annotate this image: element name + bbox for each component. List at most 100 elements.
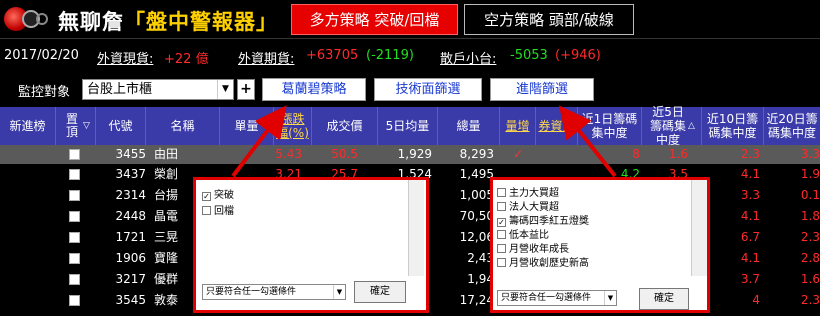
col-chip-5d[interactable]: 近5日籌碼集中度 △ xyxy=(642,105,702,147)
pin-checkbox[interactable] xyxy=(69,190,80,201)
confirm-button[interactable]: 確定 xyxy=(354,281,406,303)
chip-20d: 0.1 xyxy=(800,188,820,202)
match-mode-select[interactable]: 只要符合任一勾選條件 ▼ xyxy=(202,284,346,300)
pin-checkbox[interactable] xyxy=(69,295,80,306)
total-volume: 12,06 xyxy=(459,230,494,244)
pin-checkbox[interactable] xyxy=(69,169,80,180)
sort-up-icon: △ xyxy=(688,121,695,131)
checkbox-icon[interactable] xyxy=(497,244,506,253)
scrollbar[interactable] xyxy=(408,180,424,276)
stock-code: 1721 xyxy=(115,230,146,244)
technical-filter-button[interactable]: 技術面篩選 xyxy=(374,78,482,101)
monitor-target-select[interactable]: 台股上市櫃 ▼ xyxy=(82,79,234,100)
date-text: 2017/02/20 xyxy=(4,48,79,63)
price: 50.5 xyxy=(331,147,358,161)
stock-code: 3545 xyxy=(115,293,146,307)
col-price[interactable]: 成交價 xyxy=(312,107,378,145)
checkbox-icon[interactable] xyxy=(497,188,506,197)
chip-10d: 2.3 xyxy=(740,147,760,161)
col-chip-20d[interactable]: 近20日籌碼集中度 xyxy=(764,107,820,145)
filter-option-pullback[interactable]: 回檔 xyxy=(202,202,234,217)
advanced-filter-button[interactable]: 進階篩選 xyxy=(490,78,594,101)
pin-checkbox[interactable] xyxy=(69,232,80,243)
tab-long-strategy[interactable]: 多方策略 突破/回檔 xyxy=(291,4,458,35)
logo-icon xyxy=(4,4,52,34)
foreign-futures-change: (-2119) xyxy=(366,48,414,63)
filter-option-revenue-yoy[interactable]: 月營收年成長 xyxy=(497,240,569,255)
table-header: 新進榜 置頂 ▽ 代號 名稱 單量 漲跌 幅(%) 成交價 5日均量 總量 量增 … xyxy=(0,105,820,147)
chip-10d: 4.1 xyxy=(740,167,760,181)
granville-strategy-button[interactable]: 葛蘭碧策略 xyxy=(262,78,366,101)
col-volume-up[interactable]: 量增 xyxy=(500,107,536,145)
checkbox-icon[interactable] xyxy=(202,206,211,215)
market-info-bar: 2017/02/20 外資現貨: +22 億 外資期貨: +63705 (-21… xyxy=(0,38,820,72)
chip-1d: 8 xyxy=(632,147,640,161)
stock-code: 1906 xyxy=(115,251,146,265)
col-chip-1d[interactable]: 近1日籌碼集中度 xyxy=(578,107,642,145)
col-unit-volume[interactable]: 單量 xyxy=(220,107,274,145)
tab-short-strategy[interactable]: 空方策略 頭部/破線 xyxy=(464,4,634,35)
retail-mini-value: -5053 xyxy=(510,48,548,63)
volume-up-check-icon: ✓ xyxy=(512,147,524,161)
col-new-entry[interactable]: 新進榜 xyxy=(0,107,56,145)
col-pin[interactable]: 置頂 ▽ xyxy=(56,107,96,145)
chip-20d: 1.8 xyxy=(800,209,820,223)
stock-code: 3437 xyxy=(115,167,146,181)
match-mode-select[interactable]: 只要符合任一勾選條件 ▼ xyxy=(497,290,617,306)
chip-20d: 1.6 xyxy=(800,272,820,286)
chip-20d: 2.8 xyxy=(800,251,820,265)
col-chip-10d[interactable]: 近10日籌碼集中度 xyxy=(702,107,764,145)
foreign-spot-label[interactable]: 外資現貨: xyxy=(97,48,153,67)
table-row[interactable]: 3455 由田 5.43 50.5 1,929 8,293 ✓ 8 1.6 2.… xyxy=(0,145,820,164)
col-chip-5d-label: 近5日籌碼集中度 xyxy=(650,105,687,147)
advanced-filter-popup: 主力大買超 法人大買超 ✓ 籌碼四季紅五燈獎 低本益比 月營收年成長 月營收創歷史… xyxy=(490,177,710,313)
scrollbar[interactable] xyxy=(691,180,707,276)
col-code[interactable]: 代號 xyxy=(96,107,146,145)
filter-option-breakout[interactable]: ✓ 突破 xyxy=(202,186,234,201)
chip-5d: 1.6 xyxy=(668,147,688,161)
app-window: 無聊詹「盤中警報器」 多方策略 突破/回檔 空方策略 頭部/破線 2017/02… xyxy=(0,0,820,316)
col-name[interactable]: 名稱 xyxy=(146,107,220,145)
filter-option-chip-award[interactable]: ✓ 籌碼四季紅五燈獎 xyxy=(497,212,589,227)
match-mode-value: 只要符合任一勾選條件 xyxy=(501,293,592,303)
chip-10d: 4.1 xyxy=(740,209,760,223)
filter-option-main-force[interactable]: 主力大買超 xyxy=(497,184,559,199)
total-volume: 1,495 xyxy=(459,167,494,181)
chevron-down-icon[interactable]: ▼ xyxy=(333,285,345,299)
col-change-pct[interactable]: 漲跌 幅(%) xyxy=(274,107,312,145)
col-margin-ratio[interactable]: 券資比 xyxy=(536,107,578,145)
add-target-button[interactable]: + xyxy=(237,79,255,100)
stock-code: 3455 xyxy=(115,147,146,161)
filter-option-institutional[interactable]: 法人大買超 xyxy=(497,198,559,213)
col-avg5-volume[interactable]: 5日均量 xyxy=(378,107,438,145)
checkbox-icon[interactable] xyxy=(497,202,506,211)
filter-option-low-pe[interactable]: 低本益比 xyxy=(497,226,549,241)
pin-checkbox[interactable] xyxy=(69,149,80,160)
pin-checkbox[interactable] xyxy=(69,253,80,264)
chevron-down-icon[interactable]: ▼ xyxy=(217,80,233,99)
filter-option-label: 突破 xyxy=(214,190,234,201)
breakout-filter-popup: ✓ 突破 回檔 只要符合任一勾選條件 ▼ 確定 xyxy=(193,177,429,313)
stock-code: 2314 xyxy=(115,188,146,202)
total-volume: 1,005 xyxy=(459,188,494,202)
confirm-button[interactable]: 確定 xyxy=(639,288,689,310)
total-volume: 17,24 xyxy=(459,293,494,307)
total-volume: 8,293 xyxy=(459,147,494,161)
checkbox-icon[interactable] xyxy=(497,230,506,239)
filter-option-revenue-high[interactable]: 月營收創歷史新高 xyxy=(497,254,589,269)
app-title: 無聊詹「盤中警報器」 xyxy=(58,6,278,36)
retail-mini-label[interactable]: 散戶小台: xyxy=(440,48,496,67)
checkbox-icon[interactable] xyxy=(497,258,506,267)
pin-checkbox[interactable] xyxy=(69,274,80,285)
pin-checkbox[interactable] xyxy=(69,211,80,222)
stock-name[interactable]: 由田 xyxy=(148,145,218,164)
chip-20d: 2.3 xyxy=(800,230,820,244)
app-title-main: 無聊詹 xyxy=(58,10,124,34)
sort-down-icon: ▽ xyxy=(83,121,90,131)
stock-code: 3217 xyxy=(115,272,146,286)
col-total-volume[interactable]: 總量 xyxy=(438,107,500,145)
foreign-futures-label[interactable]: 外資期貨: xyxy=(238,48,294,67)
chip-10d: 3.7 xyxy=(740,272,760,286)
checkbox-checked-icon[interactable]: ✓ xyxy=(202,192,211,201)
chevron-down-icon[interactable]: ▼ xyxy=(604,291,616,305)
